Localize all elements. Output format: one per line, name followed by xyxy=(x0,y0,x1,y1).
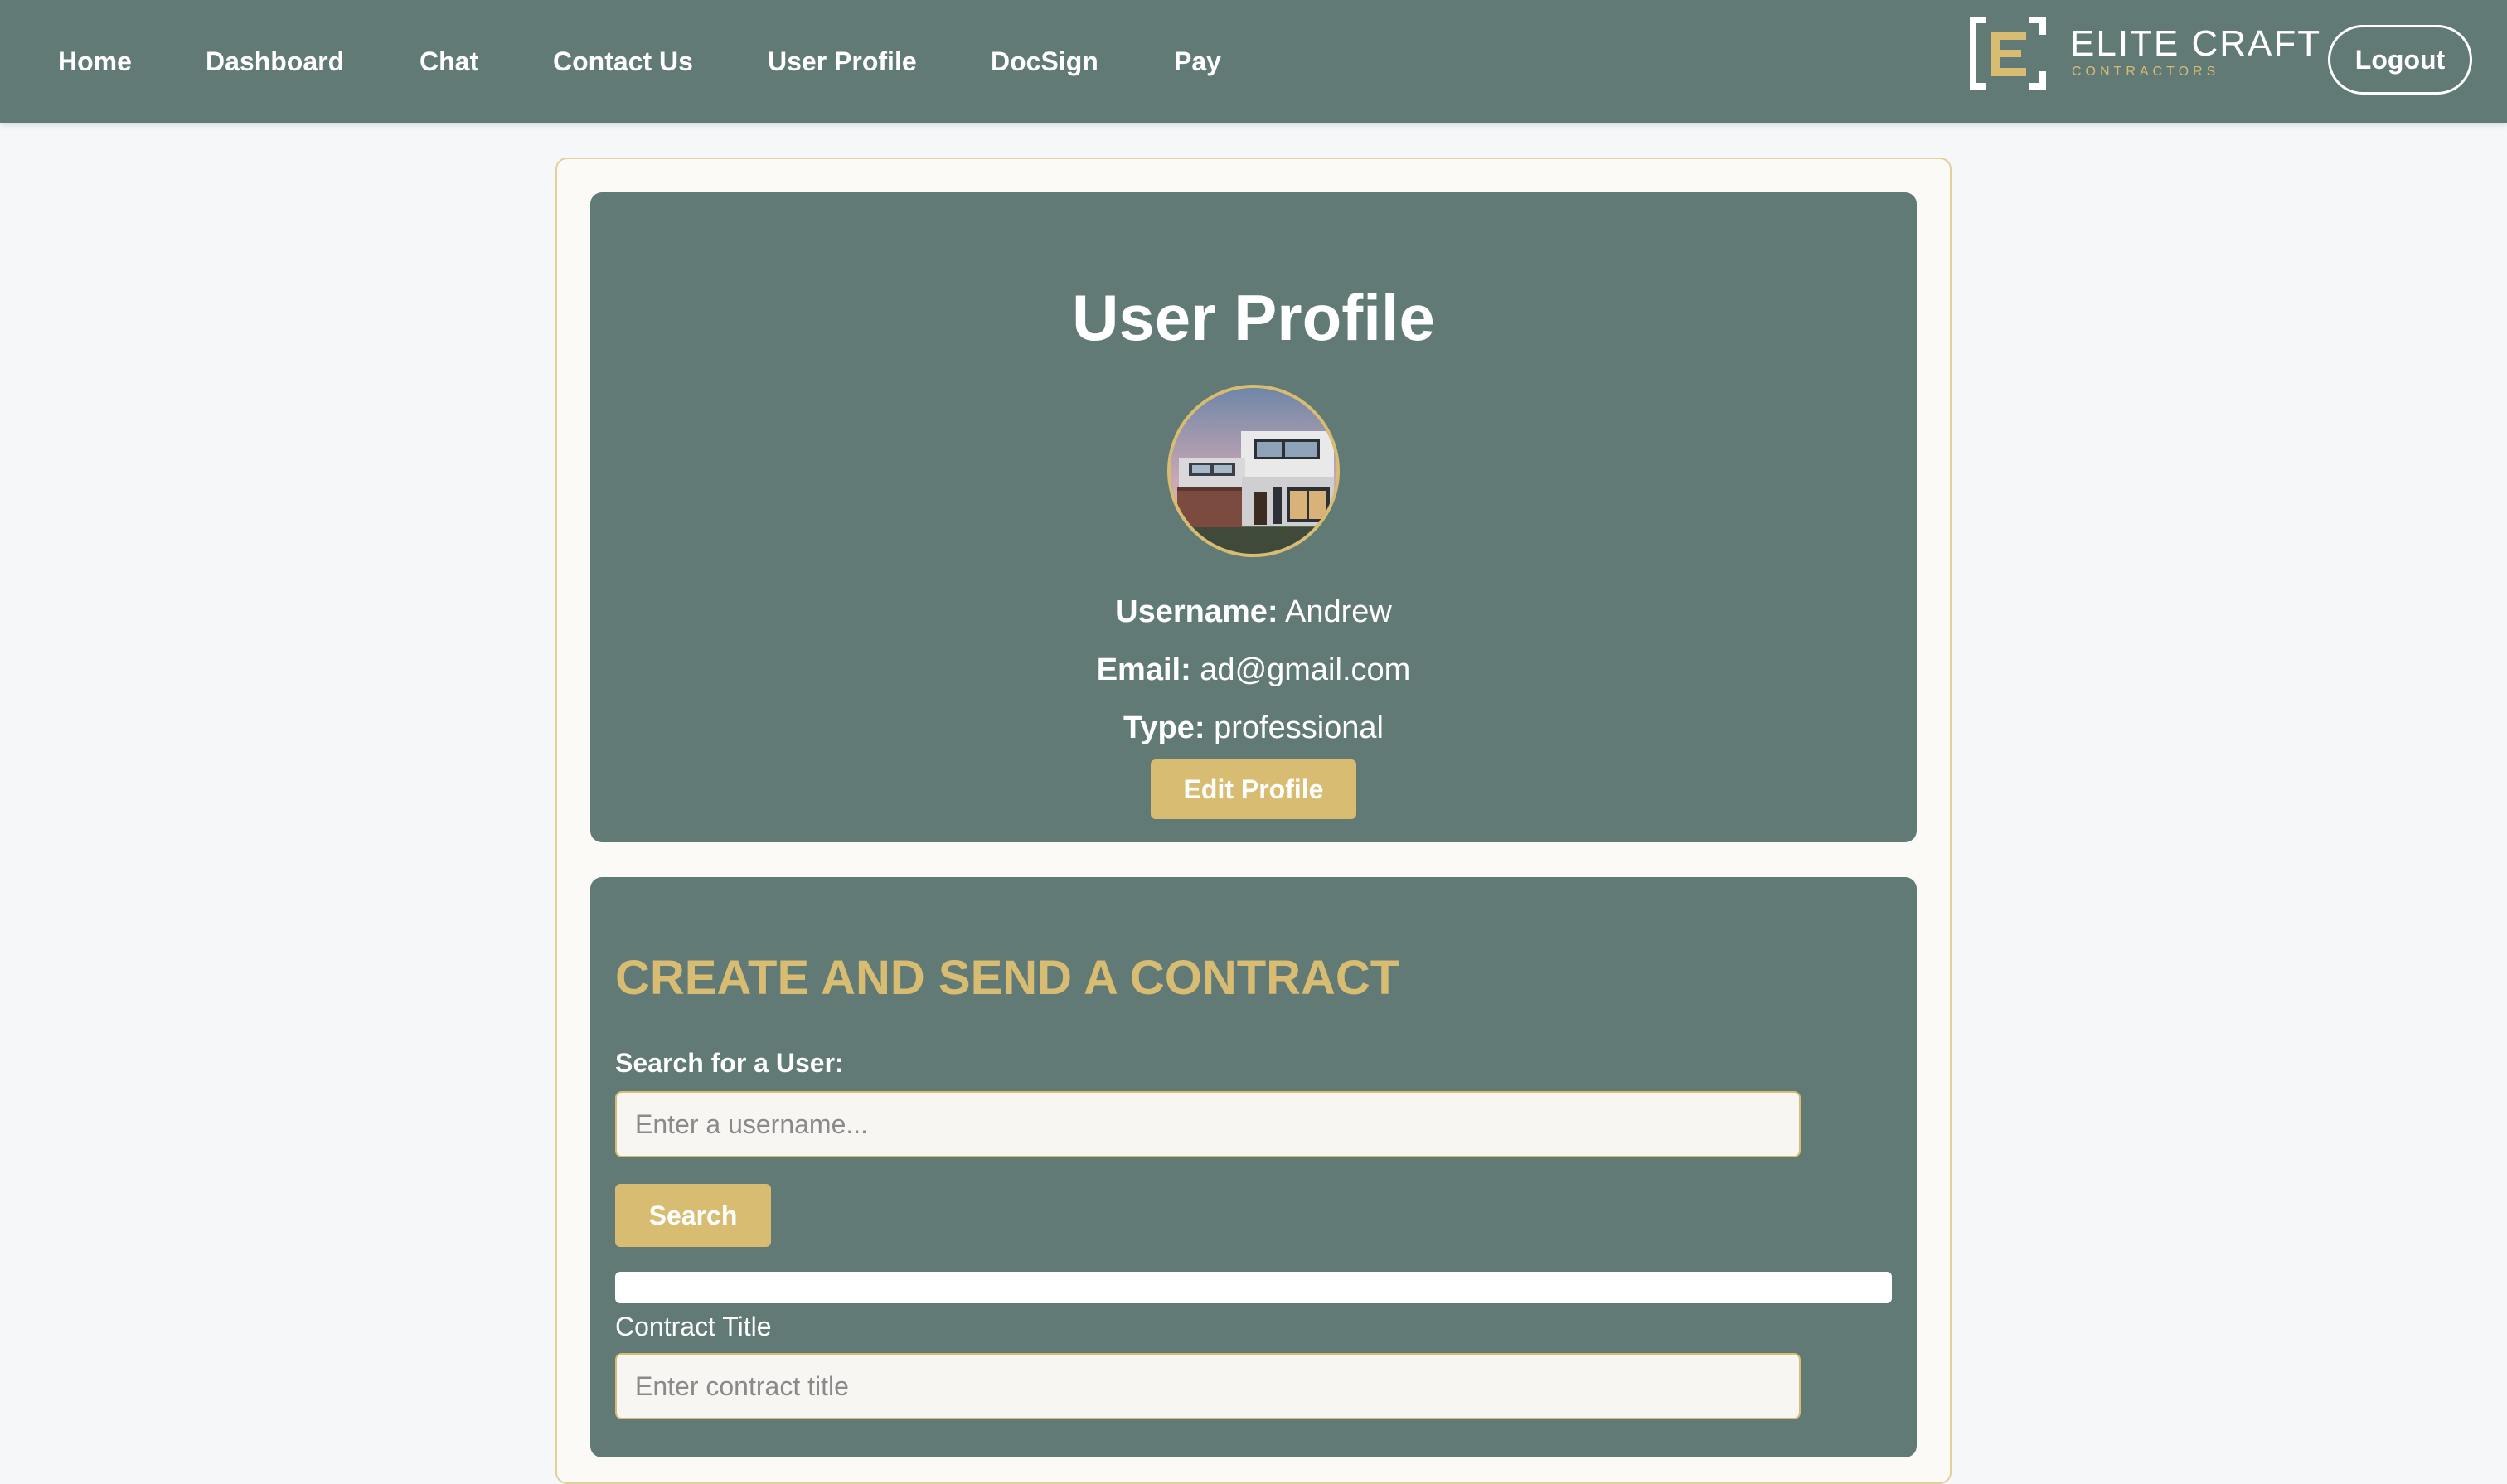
email-row: Email: ad@gmail.com xyxy=(590,648,1917,691)
type-value: professional xyxy=(1214,710,1384,745)
house-photo-icon xyxy=(1171,388,1336,554)
brand-tagline: CONTRACTORS xyxy=(2072,65,2220,79)
email-value: ad@gmail.com xyxy=(1200,652,1411,687)
brand-name: ELITE CRAFT xyxy=(2070,23,2322,64)
search-user-input[interactable] xyxy=(615,1091,1801,1157)
page-title: User Profile xyxy=(1072,281,1435,354)
contract-title-input[interactable] xyxy=(615,1353,1801,1419)
username-row: Username: Andrew xyxy=(590,590,1917,633)
nav-item-home[interactable]: Home xyxy=(58,41,132,81)
search-results-box[interactable] xyxy=(615,1272,1892,1303)
search-user-label: Search for a User: xyxy=(615,1048,844,1078)
logo-e-mark-icon xyxy=(1970,17,2046,90)
nav-item-chat[interactable]: Chat xyxy=(419,41,478,81)
username-value: Andrew xyxy=(1285,594,1392,629)
brand-logo[interactable]: ELITE CRAFT CONTRACTORS xyxy=(1966,13,2320,93)
search-button[interactable]: Search xyxy=(615,1184,771,1247)
contract-title-label: Contract Title xyxy=(615,1312,772,1341)
nav-item-user-profile[interactable]: User Profile xyxy=(768,41,917,81)
nav-item-pay[interactable]: Pay xyxy=(1174,41,1221,81)
avatar xyxy=(1167,385,1340,557)
top-nav-bar: Home Dashboard Chat Contact Us User Prof… xyxy=(0,0,2507,123)
type-row: Type: professional xyxy=(590,706,1917,749)
type-label: Type: xyxy=(1123,710,1205,745)
edit-profile-button[interactable]: Edit Profile xyxy=(1151,759,1356,819)
nav-item-dashboard[interactable]: Dashboard xyxy=(206,41,344,81)
email-label: Email: xyxy=(1096,652,1191,687)
contract-section-title: CREATE AND SEND A CONTRACT xyxy=(615,951,1400,1005)
nav-item-contact-us[interactable]: Contact Us xyxy=(553,41,693,81)
logout-button[interactable]: Logout xyxy=(2328,25,2472,95)
username-label: Username: xyxy=(1115,594,1278,629)
nav-item-docsign[interactable]: DocSign xyxy=(991,41,1098,81)
